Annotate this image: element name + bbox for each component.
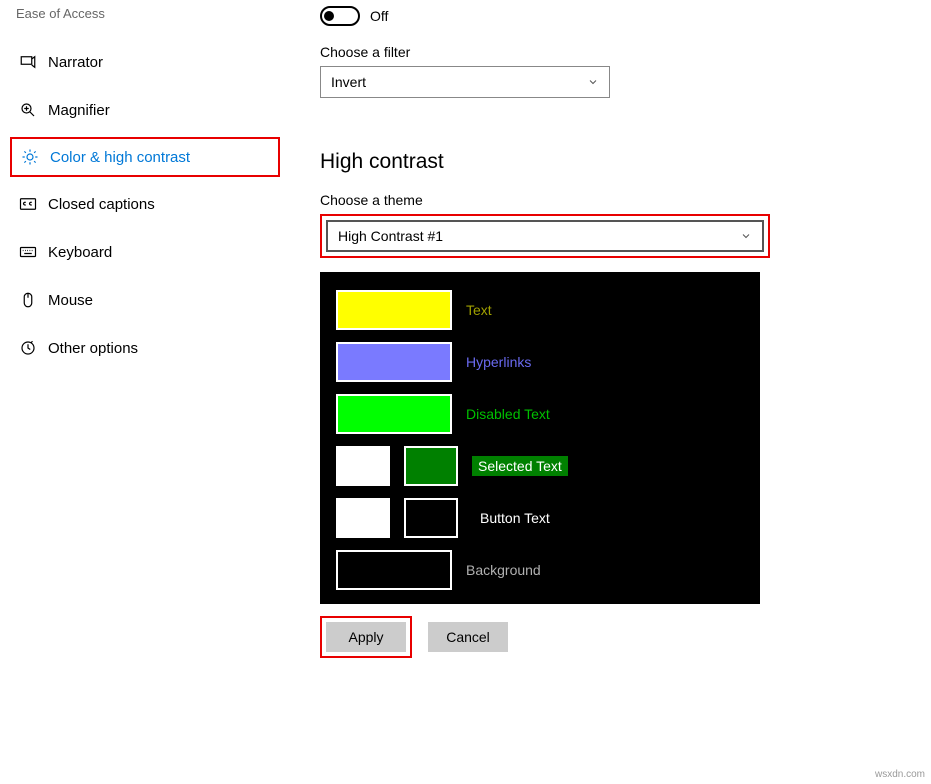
sidebar-item-other-options[interactable]: Other options: [14, 327, 280, 369]
swatch-background[interactable]: [336, 550, 452, 590]
preview-label-disabled: Disabled Text: [466, 406, 550, 422]
mouse-icon: [18, 290, 38, 310]
color-filter-toggle[interactable]: [320, 6, 360, 26]
apply-button[interactable]: Apply: [326, 622, 406, 652]
color-filter-toggle-row: Off: [320, 6, 901, 26]
preview-label-background: Background: [466, 562, 541, 578]
sidebar-item-magnifier[interactable]: Magnifier: [14, 89, 280, 131]
swatch-hyperlinks[interactable]: [336, 342, 452, 382]
preview-row-background: Background: [336, 550, 744, 590]
sidebar: Ease of Access Narrator Magnifier: [0, 0, 280, 658]
preview-row-disabled: Disabled Text: [336, 394, 744, 434]
sidebar-item-mouse[interactable]: Mouse: [14, 279, 280, 321]
sidebar-label: Other options: [48, 340, 138, 357]
other-options-icon: [18, 338, 38, 358]
cancel-button[interactable]: Cancel: [428, 622, 508, 652]
swatch-text[interactable]: [336, 290, 452, 330]
main-content: Off Choose a filter Invert High contrast…: [280, 0, 931, 658]
sidebar-item-closed-captions[interactable]: Closed captions: [14, 183, 280, 225]
chevron-down-icon: [587, 76, 599, 88]
preview-row-button: Button Text: [336, 498, 744, 538]
swatch-disabled[interactable]: [336, 394, 452, 434]
buttons-row: Apply Cancel: [320, 616, 901, 658]
preview-label-hyperlinks: Hyperlinks: [466, 354, 531, 370]
watermark: wsxdn.com: [875, 769, 925, 780]
preview-row-selected: Selected Text: [336, 446, 744, 486]
keyboard-icon: [18, 242, 38, 262]
chevron-down-icon: [740, 230, 752, 242]
narrator-icon: [18, 52, 38, 72]
highlight-sidebar: Color & high contrast: [10, 137, 280, 177]
sidebar-label: Magnifier: [48, 102, 110, 119]
preview-row-hyperlinks: Hyperlinks: [336, 342, 744, 382]
sidebar-item-keyboard[interactable]: Keyboard: [14, 231, 280, 273]
theme-dropdown[interactable]: High Contrast #1: [326, 220, 764, 252]
theme-preview-panel: Text Hyperlinks Disabled Text Selected T…: [320, 272, 760, 604]
sidebar-label: Closed captions: [48, 196, 155, 213]
toggle-label: Off: [370, 8, 388, 24]
magnifier-icon: [18, 100, 38, 120]
highlight-theme-dropdown: High Contrast #1: [320, 214, 770, 258]
filter-label: Choose a filter: [320, 44, 901, 60]
preview-label-text: Text: [466, 302, 492, 318]
sidebar-label: Color & high contrast: [50, 149, 190, 166]
sidebar-label: Keyboard: [48, 244, 112, 261]
swatch-button-bg[interactable]: [404, 498, 458, 538]
sidebar-item-narrator[interactable]: Narrator: [14, 41, 280, 83]
theme-label: Choose a theme: [320, 192, 901, 208]
cc-icon: [18, 194, 38, 214]
theme-value: High Contrast #1: [338, 228, 443, 244]
section-title: High contrast: [320, 150, 901, 174]
filter-dropdown[interactable]: Invert: [320, 66, 610, 98]
sidebar-label: Narrator: [48, 54, 103, 71]
highlight-apply-button: Apply: [320, 616, 412, 658]
sidebar-title: Ease of Access: [14, 6, 280, 21]
sidebar-item-color-contrast[interactable]: Color & high contrast: [16, 147, 190, 167]
swatch-button-fg[interactable]: [336, 498, 390, 538]
sidebar-label: Mouse: [48, 292, 93, 309]
toggle-knob: [324, 11, 334, 21]
preview-label-selected: Selected Text: [472, 456, 568, 476]
swatch-selected-bg[interactable]: [404, 446, 458, 486]
filter-value: Invert: [331, 74, 366, 90]
brightness-icon: [20, 147, 40, 167]
swatch-selected-fg[interactable]: [336, 446, 390, 486]
preview-row-text: Text: [336, 290, 744, 330]
preview-label-button: Button Text: [480, 510, 550, 526]
